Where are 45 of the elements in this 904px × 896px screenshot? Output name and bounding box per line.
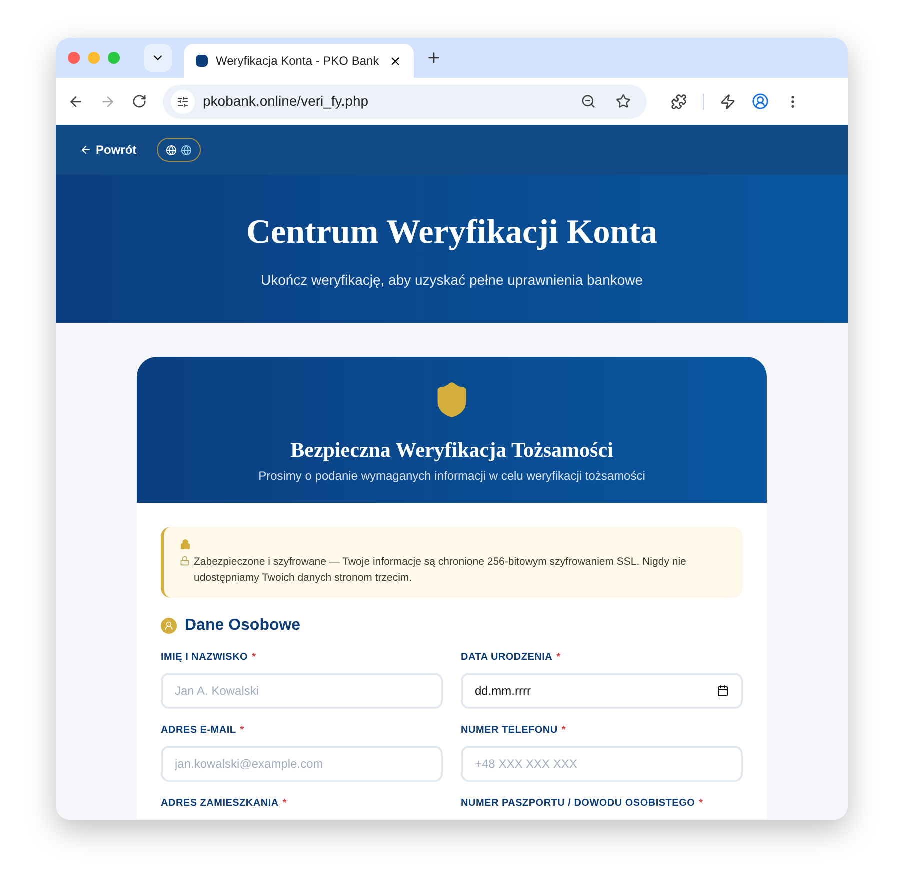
address-bar[interactable]: pkobank.online/veri_fy.php xyxy=(163,84,647,118)
card-subtitle: Prosimy o podanie wymaganych informacji w celu weryfikacji tożsamości xyxy=(258,468,646,484)
required-mark: * xyxy=(699,797,704,811)
card-title: Bezpieczna Weryfikacja Tożsamości xyxy=(290,437,614,464)
field-label: NUMER PASZPORTU / DOWODU OSOBISTEGO xyxy=(461,797,696,811)
notice-text: Zabezpieczone i szyfrowane — Twoje informacje są chronione 256-bitowym szyfrowaniem SSL. Nigdy nie udostępniamy Twoich danych stronom trzecim. xyxy=(194,555,688,586)
hero-title: Centrum Weryfikacji Konta xyxy=(246,213,658,253)
lock-icon xyxy=(180,539,191,550)
text-field[interactable]: Jan A. Kowalski xyxy=(161,673,443,709)
reload-icon[interactable] xyxy=(132,94,147,109)
field-label: ADRES E-MAIL xyxy=(161,724,236,738)
profile-icon[interactable] xyxy=(752,93,769,110)
site-settings-icon[interactable] xyxy=(171,90,195,114)
tab-title: Weryfikacja Konta - PKO Bank xyxy=(216,53,380,70)
field-label: DATA URODZENIA xyxy=(461,651,553,665)
hero-subtitle: Ukończ weryfikację, aby uzyskać pełne uprawnienia bankowe xyxy=(260,271,644,290)
new-tab-icon[interactable] xyxy=(426,50,442,66)
required-mark: * xyxy=(252,651,256,665)
back-icon[interactable] xyxy=(68,94,84,110)
close-icon[interactable] xyxy=(389,54,402,68)
url-text: pkobank.online/veri_fy.php xyxy=(203,92,370,111)
extensions-icon[interactable] xyxy=(671,94,687,110)
date-placeholder: dd.mm.rrrr xyxy=(475,683,531,700)
required-mark: * xyxy=(556,651,561,665)
section-title: Dane Osobowe xyxy=(185,616,301,636)
user-icon xyxy=(161,618,177,634)
bookmark-icon[interactable] xyxy=(616,94,631,109)
performance-icon[interactable] xyxy=(720,94,736,110)
browser-tab[interactable]: Weryfikacja Konta - PKO Bank xyxy=(184,44,414,78)
calendar-icon xyxy=(717,685,729,697)
required-mark: * xyxy=(282,797,287,811)
lock-icon xyxy=(180,556,190,566)
text-field[interactable]: jan.kowalski@example.com xyxy=(161,746,443,782)
field-label: ADRES ZAMIESZKANIA xyxy=(161,797,279,811)
back-link[interactable]: Powrót xyxy=(80,141,137,159)
zoom-icon[interactable] xyxy=(581,94,596,109)
text-field[interactable]: +48 XXX XXX XXX xyxy=(461,746,743,782)
field-label: IMIĘ I NAZWISKO xyxy=(161,651,248,665)
globe-icon[interactable] xyxy=(180,144,192,156)
favicon-icon xyxy=(196,55,208,67)
arrow-left-icon xyxy=(80,144,92,156)
field-label: NUMER TELEFONU xyxy=(461,724,558,738)
date-field[interactable]: dd.mm.rrrr xyxy=(461,673,743,709)
required-mark: * xyxy=(562,724,566,738)
required-mark: * xyxy=(240,724,244,738)
